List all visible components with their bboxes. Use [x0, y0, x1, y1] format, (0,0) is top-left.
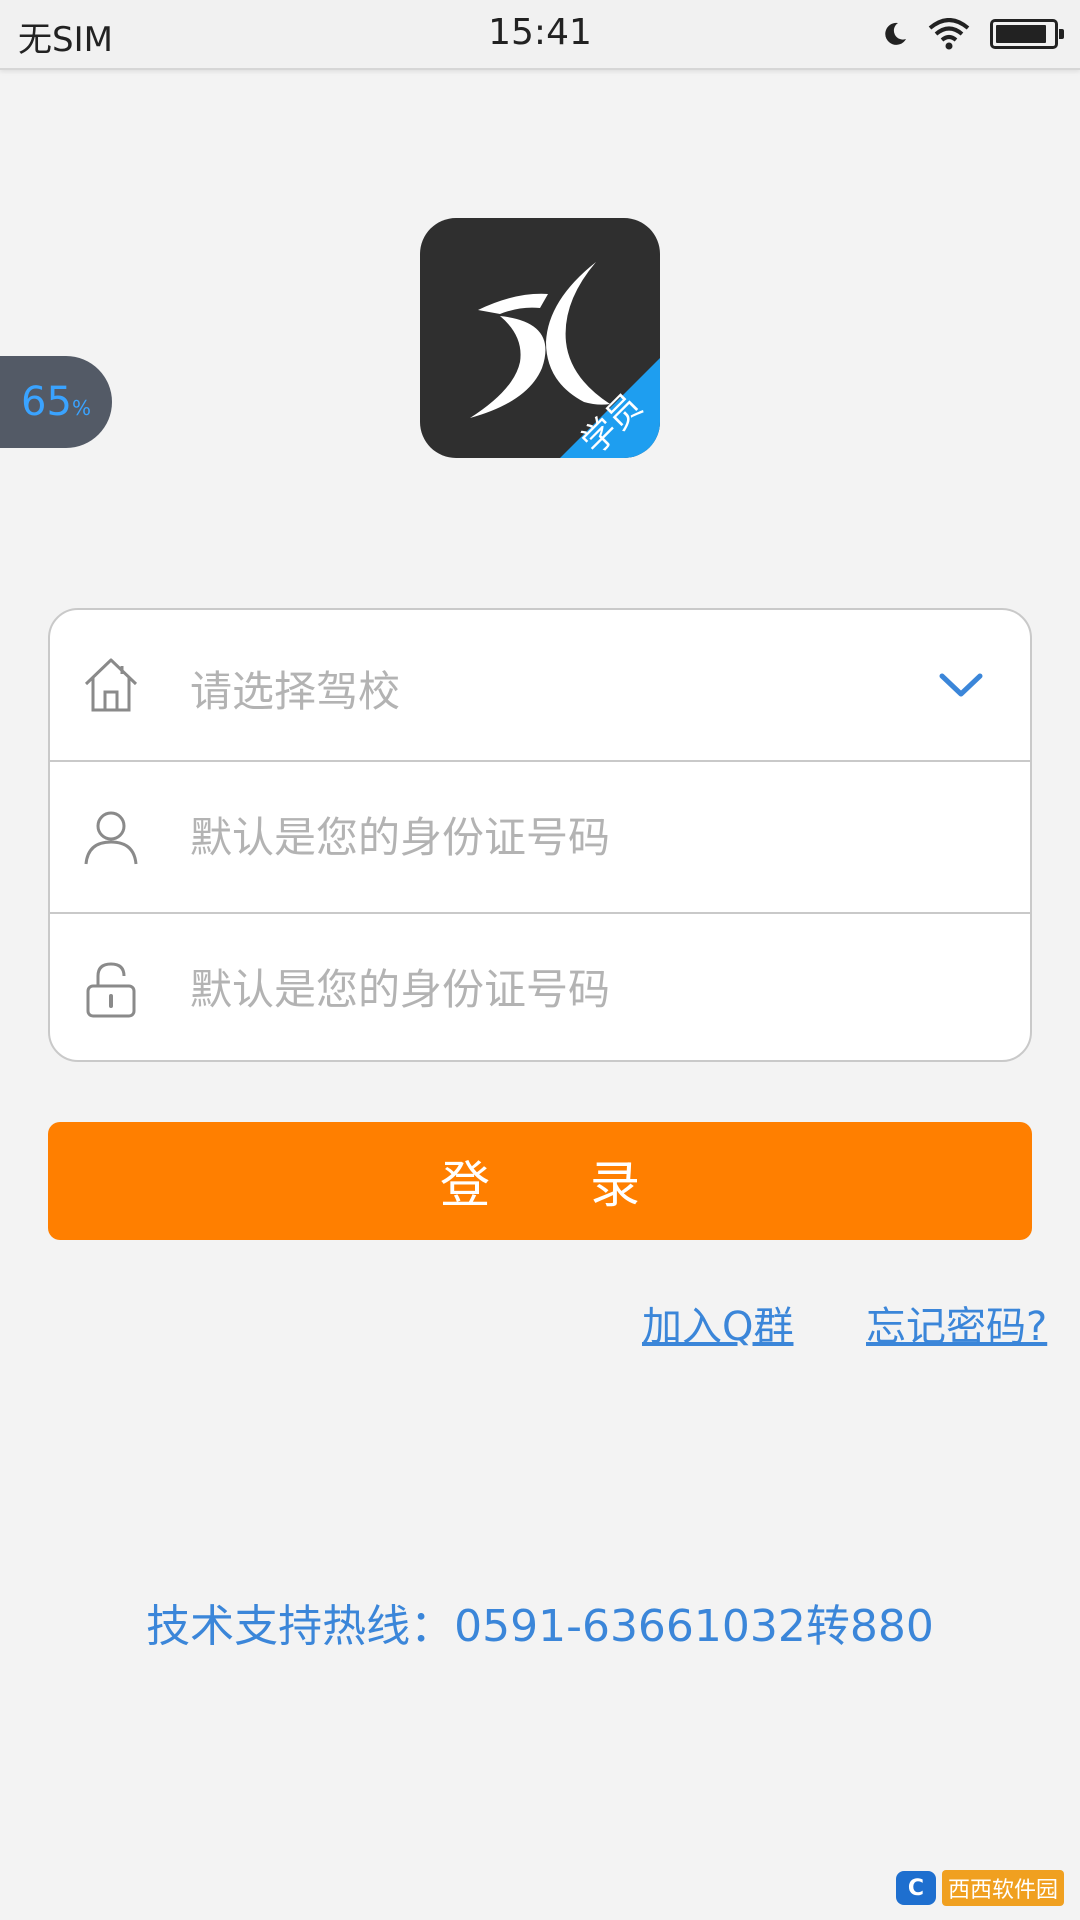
status-icons [882, 14, 1064, 54]
badge-value: 65 [21, 379, 72, 425]
home-icon [84, 658, 138, 712]
support-hotline: 技术支持热线：0591-63661032转880 [146, 1601, 934, 1652]
password-input[interactable] [190, 954, 950, 1024]
watermark: C 西西软件园 [896, 1868, 1064, 1908]
id-number-row [50, 762, 1030, 914]
floating-memory-badge[interactable]: 65 % [0, 356, 112, 448]
wifi-icon [928, 18, 970, 50]
user-icon [84, 811, 138, 865]
battery-icon [990, 19, 1064, 49]
forgot-password-link[interactable]: 忘记密码? [866, 1294, 1047, 1352]
watermark-logo-icon: C [896, 1871, 936, 1905]
join-qq-group-link[interactable]: 加入Q群 [642, 1294, 793, 1352]
login-form: 请选择驾校 [48, 608, 1032, 1062]
chevron-down-icon[interactable] [936, 662, 986, 708]
moon-icon [885, 22, 906, 45]
login-button[interactable]: 登录 [48, 1122, 1032, 1240]
school-select[interactable]: 请选择驾校 [50, 610, 1030, 762]
lock-icon [86, 962, 136, 1018]
battery-fill [996, 25, 1047, 43]
school-select-placeholder: 请选择驾校 [190, 667, 401, 716]
watermark-text: 西西软件园 [942, 1870, 1064, 1906]
id-number-input[interactable] [190, 802, 950, 872]
app-logo: 学员 [420, 218, 660, 458]
password-row [50, 914, 1030, 1060]
badge-unit: % [71, 396, 91, 420]
app-logo-icon: 学员 [470, 262, 660, 458]
status-bar: 无SIM 15:41 [0, 0, 1080, 70]
